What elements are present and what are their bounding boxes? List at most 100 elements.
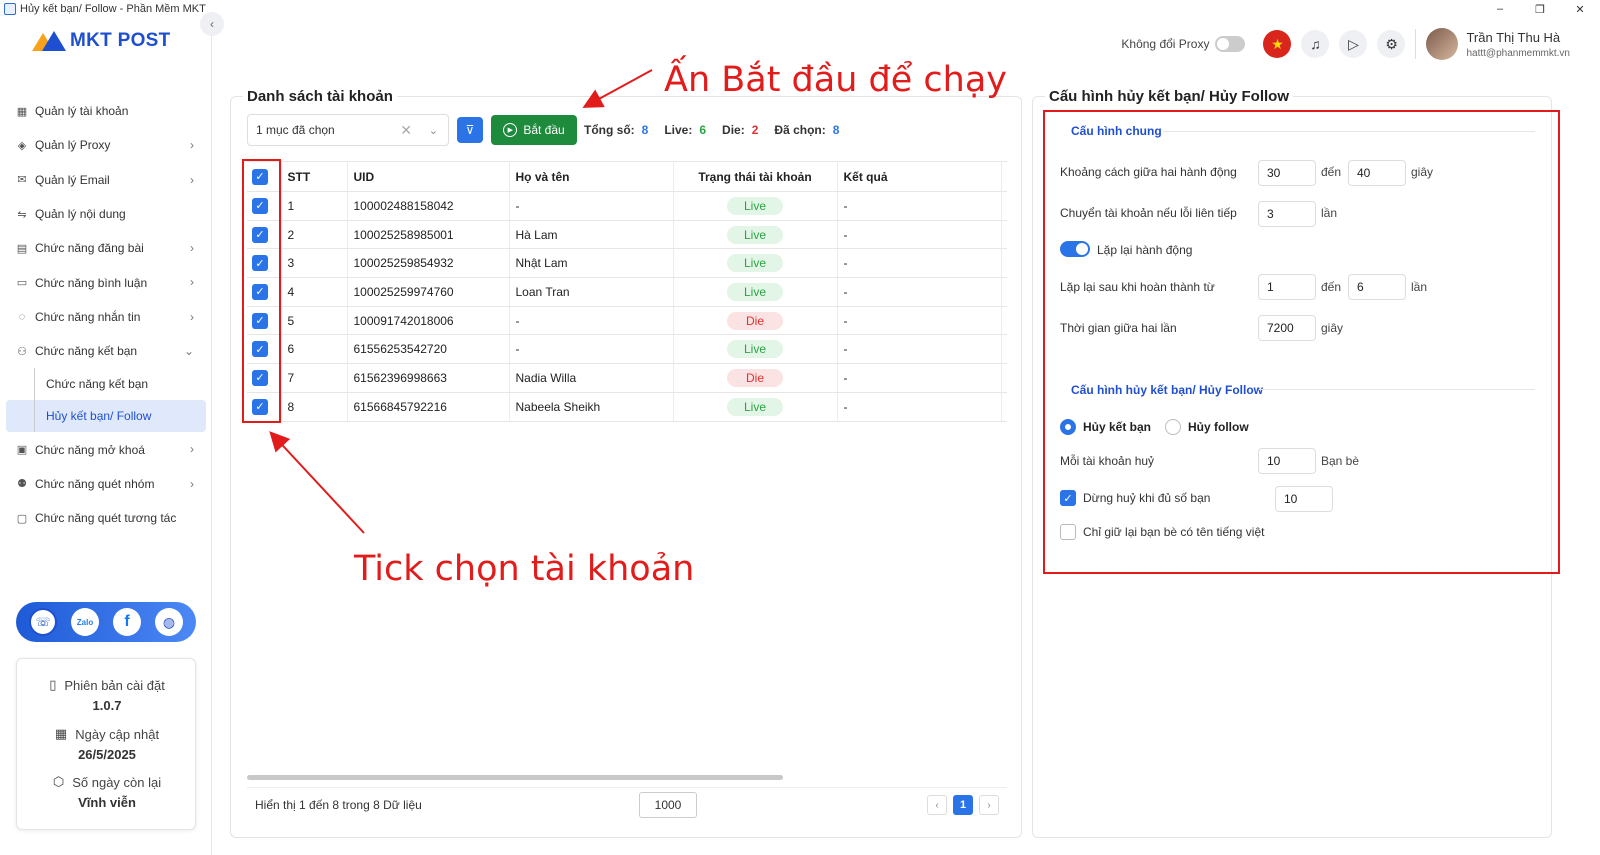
- version-icon: ▯: [49, 677, 57, 692]
- column-header[interactable]: UID: [347, 161, 510, 192]
- cell-status: Live: [673, 277, 838, 307]
- cell-result: -: [837, 334, 1002, 365]
- accounts-table: ✓ STT UID Họ và tên Trạng thái tài khoản…: [247, 161, 1007, 422]
- sidebar-item-scan-interactions[interactable]: ▢ Chức năng quét tương tác: [6, 501, 206, 535]
- days-info: ⬡ Số ngày còn lại Vĩnh viễn: [17, 774, 197, 810]
- status-badge: Live: [727, 254, 783, 273]
- chevron-down-icon[interactable]: ⌄: [429, 124, 438, 137]
- cell-uid: 100025258985001: [347, 220, 510, 250]
- sidebar-item-content[interactable]: ⇋ Quản lý nội dung: [6, 197, 206, 231]
- close-button[interactable]: ✕: [1560, 0, 1600, 18]
- sidebar-item-friends[interactable]: ⚇ Chức năng kết bạn ⌄: [6, 334, 206, 368]
- prev-page-button[interactable]: ‹: [927, 795, 947, 815]
- page-button-current[interactable]: 1: [953, 795, 973, 815]
- sidebar-item-accounts[interactable]: ▦ Quản lý tài khoản: [6, 94, 206, 128]
- filter-clear-button[interactable]: ⊽: [457, 117, 483, 143]
- column-header[interactable]: STT: [281, 161, 348, 192]
- cell-status: Live: [673, 220, 838, 250]
- table-row[interactable]: ✓661556253542720-Live--: [247, 334, 1007, 365]
- horizontal-scrollbar[interactable]: [247, 775, 783, 780]
- accounts-toolbar: 1 mục đã chọn ✕ ⌄ ⊽ ▶ Bắt đầu Tổng số: 8…: [247, 114, 840, 146]
- cell-stt: 4: [281, 277, 348, 307]
- language-flag-icon[interactable]: ★: [1263, 30, 1292, 58]
- sidebar-item-proxy[interactable]: ◈ Quản lý Proxy ›: [6, 128, 206, 162]
- sidebar-item-label: Chức năng kết bạn: [35, 344, 138, 359]
- pagination-summary: Hiển thị 1 đến 8 trong 8 Dữ liệu: [255, 797, 422, 812]
- table-row[interactable]: ✓2100025258985001Hà LamLive--: [247, 220, 1007, 250]
- user-add-icon: ⚇: [17, 345, 27, 358]
- status-badge: Die: [727, 311, 783, 330]
- grid-icon: ▦: [16, 105, 28, 118]
- facebook-icon[interactable]: f: [113, 608, 141, 636]
- cell-uid: 100002488158042: [347, 191, 510, 221]
- column-header[interactable]: Họ và tên: [509, 161, 674, 192]
- user-info[interactable]: Trần Thị Thu Hà hattt@phanmemmkt.vn: [1466, 30, 1570, 59]
- cell-extra: -: [1001, 334, 1007, 365]
- live-label: Live:: [664, 123, 693, 137]
- chevron-right-icon: ›: [190, 275, 194, 290]
- status-badge: Live: [727, 397, 783, 416]
- support-icon[interactable]: ☏: [29, 608, 57, 636]
- table-row[interactable]: ✓4100025259974760Loan TranLive--: [247, 277, 1007, 307]
- next-page-button[interactable]: ›: [979, 795, 999, 815]
- globe-icon[interactable]: ◍: [155, 608, 183, 636]
- cell-stt: 2: [281, 220, 348, 250]
- selected-label: Đã chọn:: [774, 123, 826, 137]
- clear-icon[interactable]: ✕: [400, 122, 412, 139]
- cell-result: -: [837, 220, 1002, 250]
- table-row[interactable]: ✓5100091742018006-Die--: [247, 306, 1007, 336]
- column-header[interactable]: Kết quả: [837, 161, 1002, 192]
- sidebar-item-scan-groups[interactable]: ⚉ Chức năng quét nhóm ›: [6, 467, 206, 501]
- gear-icon[interactable]: ⚙: [1377, 30, 1406, 58]
- bell-icon[interactable]: ♫: [1301, 30, 1330, 58]
- cell-status: Live: [673, 392, 838, 422]
- sidebar: MKT POST ▦ Quản lý tài khoản ◈ Quản lý P…: [0, 18, 212, 855]
- table-row[interactable]: ✓1100002488158042-Live--: [247, 191, 1007, 221]
- sidebar-subitem-unfriend[interactable]: Hủy kết bạn/ Follow: [6, 400, 206, 433]
- scan-icon: ▢: [16, 512, 28, 525]
- header-divider: [1415, 29, 1417, 59]
- brand-logo[interactable]: MKT POST: [32, 30, 171, 52]
- sidebar-item-comments[interactable]: ▭ Chức năng bình luận ›: [6, 265, 206, 299]
- avatar[interactable]: [1426, 28, 1459, 60]
- sidebar-item-email[interactable]: ✉ Quản lý Email ›: [6, 163, 206, 197]
- status-badge: Live: [727, 196, 783, 215]
- chevron-right-icon: ›: [190, 476, 194, 491]
- days-label: Số ngày còn lại: [72, 774, 162, 790]
- column-header[interactable]: H: [1001, 161, 1007, 192]
- maximize-button[interactable]: ❐: [1520, 0, 1560, 18]
- lock-icon: ▣: [16, 444, 28, 457]
- sidebar-item-unlock[interactable]: ▣ Chức năng mở khoá ›: [6, 432, 206, 466]
- minimize-button[interactable]: –: [1480, 0, 1520, 18]
- account-select[interactable]: 1 mục đã chọn ✕ ⌄: [247, 114, 449, 146]
- proxy-toggle[interactable]: [1215, 36, 1246, 52]
- play-icon: ▶: [503, 123, 518, 137]
- version-info-card: ▯ Phiên bản cài đặt 1.0.7 ▦ Ngày cập nhật …: [16, 658, 196, 830]
- page-size-value: 1000: [654, 798, 682, 812]
- zalo-icon[interactable]: Zalo: [71, 608, 99, 636]
- cell-stt: 8: [281, 392, 348, 422]
- cell-stt: 3: [281, 248, 348, 279]
- total-label: Tổng số:: [584, 123, 635, 137]
- live-count: 6: [699, 123, 707, 137]
- collapse-sidebar-button[interactable]: ‹: [200, 12, 224, 36]
- status-badge: Live: [727, 340, 783, 359]
- cell-result: -: [837, 277, 1002, 307]
- sidebar-subitem-label: Chức năng kết bạn: [46, 377, 149, 392]
- cell-name: Loan Tran: [509, 277, 674, 307]
- column-header[interactable]: Trạng thái tài khoản: [673, 161, 838, 192]
- cell-stt: 6: [281, 334, 348, 365]
- start-button[interactable]: ▶ Bắt đầu: [491, 115, 577, 145]
- calendar-icon: ▦: [54, 726, 68, 741]
- selected-count: 8: [832, 123, 840, 137]
- sidebar-item-messaging[interactable]: ◌ Chức năng nhắn tin ›: [6, 300, 206, 334]
- sidebar-item-posting[interactable]: ▤ Chức năng đăng bài ›: [6, 231, 206, 265]
- cell-status: Die: [673, 363, 838, 393]
- table-row[interactable]: ✓3100025259854932Nhật LamLive--: [247, 248, 1007, 279]
- table-row[interactable]: ✓761562396998663Nadia WillaDie--: [247, 363, 1007, 393]
- play-video-icon[interactable]: ▷: [1339, 30, 1368, 58]
- table-row[interactable]: ✓861566845792216Nabeela SheikhLive--: [247, 392, 1007, 422]
- sidebar-subitem-add-friend[interactable]: Chức năng kết bạn: [6, 368, 206, 401]
- days-value: Vĩnh viễn: [78, 795, 136, 810]
- page-size-input[interactable]: 1000: [639, 792, 697, 818]
